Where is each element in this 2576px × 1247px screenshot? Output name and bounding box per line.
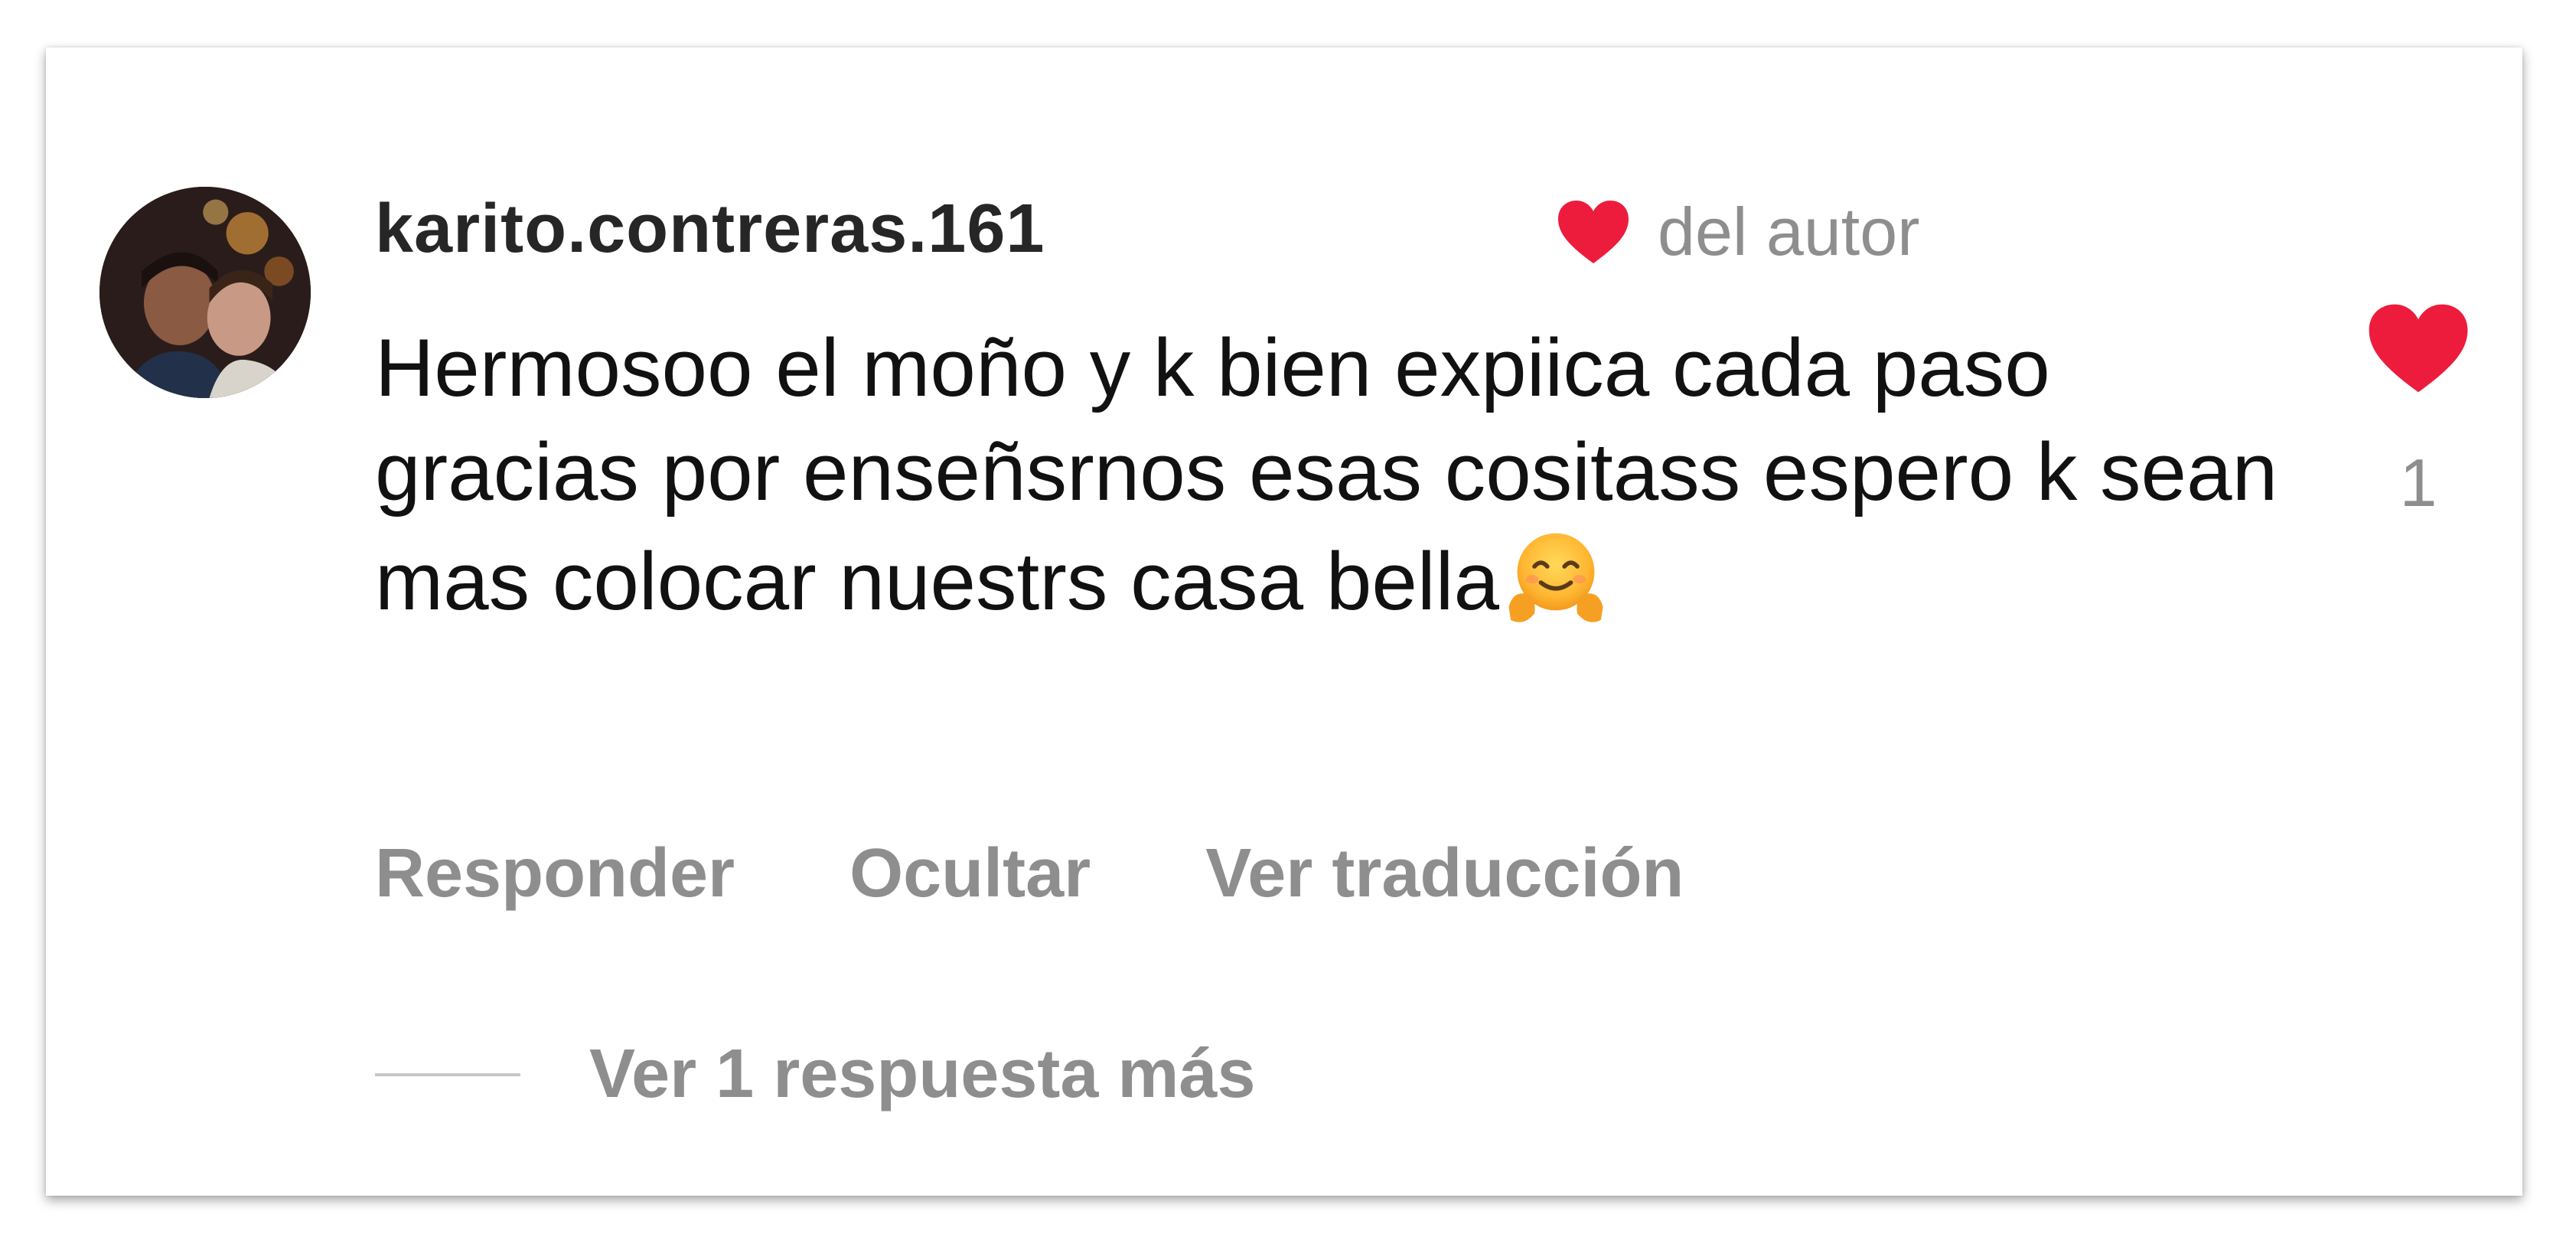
like-column: 1	[2349, 299, 2487, 522]
heart-icon	[1558, 201, 1629, 263]
replies-divider	[375, 1072, 520, 1076]
view-replies[interactable]: Ver 1 respuesta más	[375, 1035, 1256, 1114]
hide-button[interactable]: Ocultar	[849, 834, 1091, 913]
screenshot-stage: karito.contreras.161 del autor Hermosoo …	[0, 0, 2576, 1247]
author-like-label: del autor	[1658, 194, 1920, 269]
comment-body: Hermosoo el moño y k bien expiica cada p…	[375, 315, 2334, 633]
translate-button[interactable]: Ver traducción	[1205, 834, 1684, 913]
comment-username[interactable]: karito.contreras.161	[375, 190, 1045, 269]
comment-text: Hermosoo el moño y k bien expiica cada p…	[375, 322, 2278, 627]
author-like-badge: del autor	[1555, 193, 1919, 271]
like-count: 1	[2399, 445, 2437, 521]
comment-card: karito.contreras.161 del autor Hermosoo …	[46, 47, 2522, 1196]
reply-button[interactable]: Responder	[375, 834, 735, 913]
smiling-face-with-open-hands-emoji	[1508, 533, 1603, 622]
avatar[interactable]	[99, 187, 311, 398]
avatar-photo	[99, 187, 311, 398]
like-heart-icon[interactable]	[2365, 299, 2472, 398]
comment-actions: Responder Ocultar Ver traducción	[375, 834, 1798, 913]
view-more-replies-link[interactable]: Ver 1 respuesta más	[589, 1035, 1256, 1114]
